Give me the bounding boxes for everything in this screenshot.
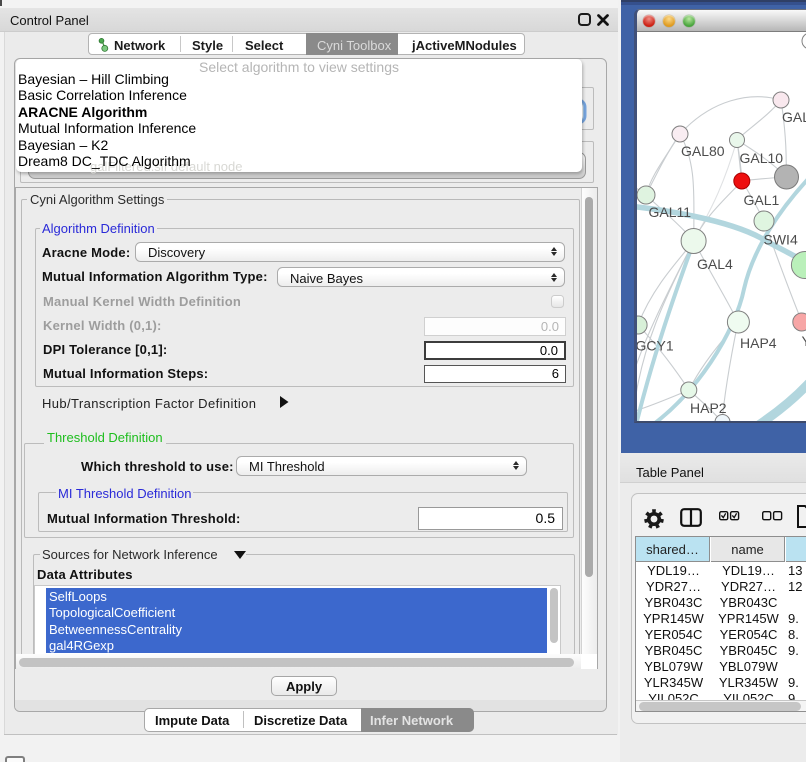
svg-text:GAL11: GAL11	[649, 204, 692, 220]
svg-text:GCY1: GCY1	[637, 338, 674, 354]
svg-text:GAL10: GAL10	[740, 150, 784, 166]
svg-text:Y: Y	[802, 333, 806, 349]
svg-text:HAP2: HAP2	[690, 400, 727, 416]
svg-text:GAL80: GAL80	[681, 143, 725, 159]
svg-text:HAP4: HAP4	[740, 335, 777, 351]
svg-text:GAL4: GAL4	[697, 256, 733, 272]
svg-text:SWI4: SWI4	[764, 232, 798, 248]
svg-text:GAL1: GAL1	[744, 192, 780, 208]
svg-text:GAL2: GAL2	[782, 109, 806, 125]
